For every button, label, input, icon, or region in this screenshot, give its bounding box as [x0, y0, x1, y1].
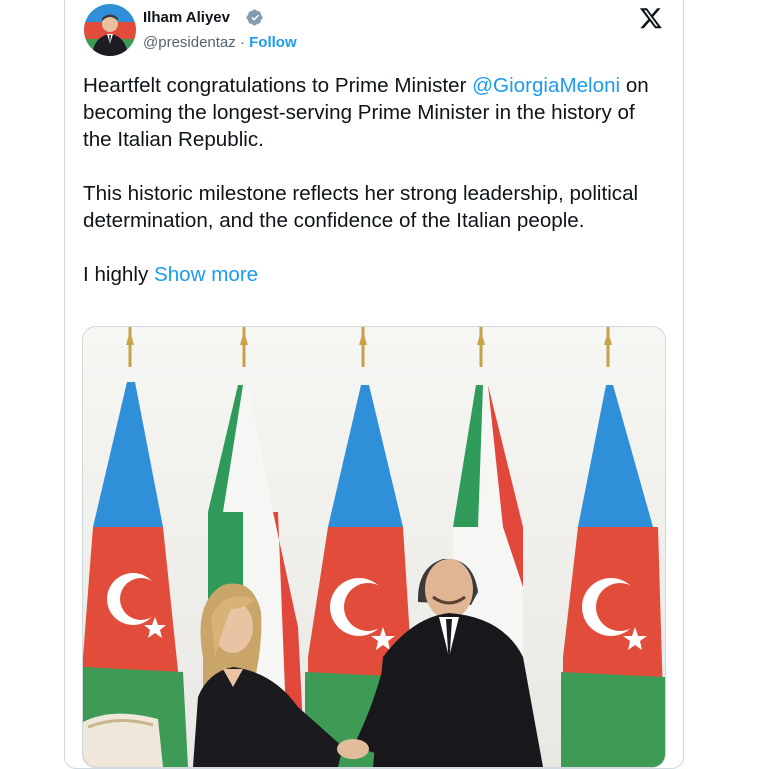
tweet-text-segment: Heartfelt congratulations to Prime Minis… — [83, 74, 473, 97]
verified-badge-icon — [246, 9, 263, 26]
author-handle-row: @presidentaz · Follow — [143, 34, 297, 51]
tweet-paragraph-1: Heartfelt congratulations to Prime Minis… — [83, 72, 658, 153]
author-name[interactable]: Ilham Aliyev — [143, 9, 230, 26]
author-avatar[interactable] — [84, 4, 136, 56]
show-more-link[interactable]: Show more — [154, 263, 258, 286]
follow-button[interactable]: Follow — [249, 34, 297, 51]
profile-photo — [84, 4, 136, 56]
tweet-paragraph-2: This historic milestone reflects her str… — [83, 182, 639, 232]
tweet-body: Heartfelt congratulations to Prime Minis… — [83, 72, 658, 288]
tweet-photo[interactable] — [82, 326, 666, 768]
author-handle[interactable]: @presidentaz — [143, 34, 236, 51]
x-logo-icon[interactable] — [639, 6, 663, 30]
mention-link[interactable]: @GiorgiaMeloni — [472, 74, 620, 97]
tweet-paragraph-3: I highly Show more — [83, 261, 658, 288]
separator-dot: · — [235, 34, 250, 51]
handshake — [337, 739, 369, 759]
handshake-photo — [83, 327, 665, 767]
tweet-text-segment: I highly — [83, 263, 154, 286]
